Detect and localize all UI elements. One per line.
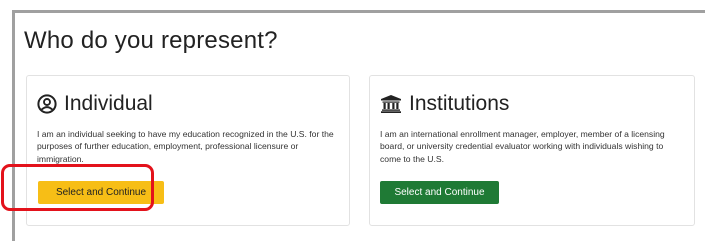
individual-card-heading: Individual [37, 92, 153, 116]
institutions-select-button[interactable]: Select and Continue [380, 181, 499, 204]
individual-card: Individual I am an individual seeking to… [26, 75, 350, 226]
individual-card-title: Individual [64, 92, 153, 115]
institutions-card: Institutions I am an international enrol… [369, 75, 695, 226]
individual-card-description: I am an individual seeking to have my ed… [37, 129, 334, 164]
individual-select-button[interactable]: Select and Continue [38, 181, 164, 204]
page-title: Who do you represent? [24, 27, 278, 54]
institution-building-icon [380, 94, 402, 114]
institutions-card-title: Institutions [409, 92, 510, 115]
institutions-card-description: I am an international enrollment manager… [380, 129, 665, 164]
institutions-card-heading: Institutions [380, 92, 509, 116]
user-circle-icon [37, 94, 57, 114]
